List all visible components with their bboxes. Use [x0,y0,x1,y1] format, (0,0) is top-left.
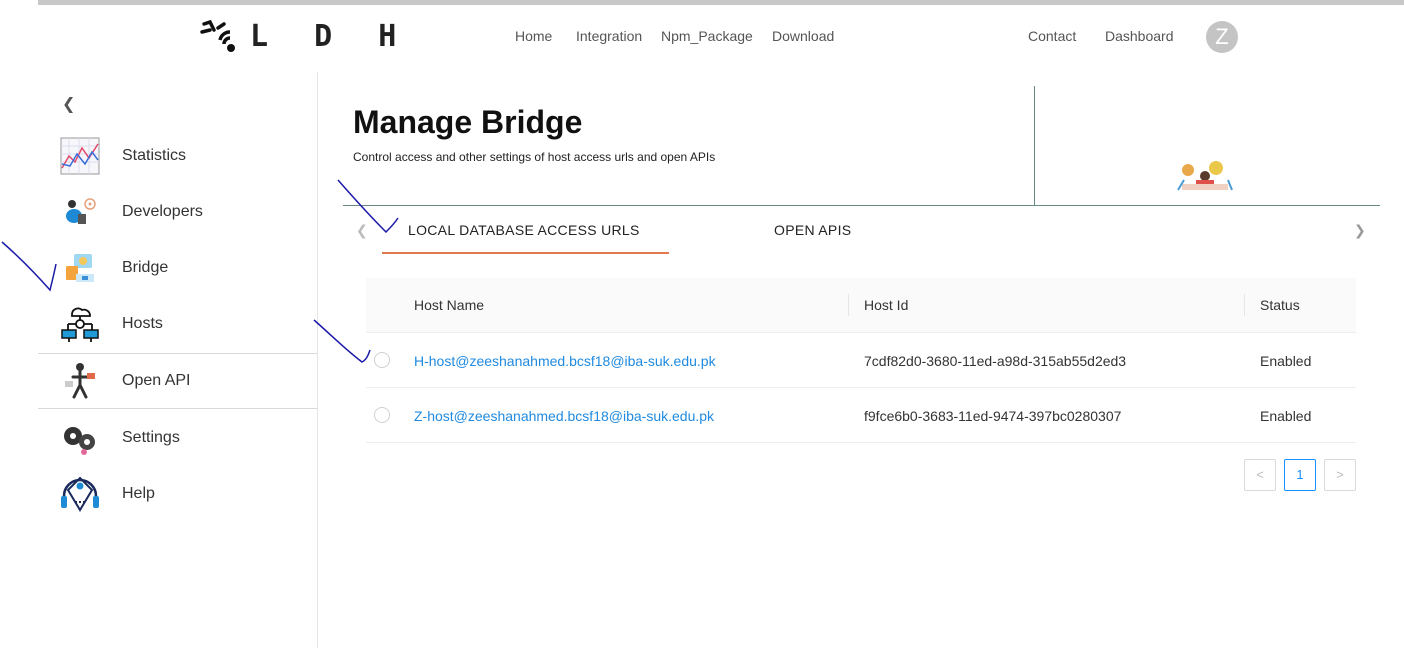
annotation-stroke-tab [337,179,399,234]
developers-icon [56,190,104,234]
row-select-radio[interactable] [374,352,390,368]
table-row[interactable]: H-host@zeeshanahmed.bcsf18@iba-suk.edu.p… [366,333,1356,388]
column-divider [848,294,849,316]
avatar[interactable]: Z [1206,21,1238,53]
sidebar-item-label: Hosts [122,315,163,332]
active-tab-indicator [382,252,669,254]
host-name-link[interactable]: Z-host@zeeshanahmed.bcsf18@iba-suk.edu.p… [414,408,714,424]
sidebar-item-label: Statistics [122,147,187,164]
status-cell: Enabled [1260,353,1312,369]
sidebar-item-label: Help [122,485,155,502]
tab-local-database-access-urls[interactable]: LOCAL DATABASE ACCESS URLS [408,222,640,238]
nav-home[interactable]: Home [515,28,552,44]
sidebar-item-label: Developers [122,203,203,220]
sidebar: ❮ Statistics Developers Bridge Hosts Ope… [38,72,318,648]
header-vertical-divider [1034,86,1035,206]
status-cell: Enabled [1260,408,1312,424]
annotation-stroke-row [313,319,371,363]
tab-open-apis[interactable]: OPEN APIS [774,222,851,238]
logo[interactable]: L D H [200,18,410,54]
help-headset-icon [56,472,104,516]
sidebar-item-bridge[interactable]: Bridge [38,240,317,296]
chevron-left-icon[interactable]: ❮ [62,94,75,114]
page-title: Manage Bridge [353,104,583,140]
page-subtitle: Control access and other settings of hos… [353,150,716,164]
pagination-next-button[interactable]: > [1324,459,1356,491]
sidebar-item-hosts[interactable]: Hosts [38,296,317,352]
sidebar-item-label: Settings [122,429,180,446]
host-id-cell: 7cdf82d0-3680-11ed-a98d-315ab55d2ed3 [864,353,1127,369]
sidebar-item-developers[interactable]: Developers [38,184,317,240]
row-select-radio[interactable] [374,407,390,423]
nav-contact[interactable]: Contact [1028,28,1076,44]
nav-dashboard[interactable]: Dashboard [1105,28,1174,44]
statistics-chart-icon [56,134,104,178]
pagination-page-1[interactable]: 1 [1284,459,1316,491]
nav-npm-package[interactable]: Npm_Package [661,28,753,44]
logo-text: L D H [250,18,411,54]
sidebar-item-settings[interactable]: Settings [38,410,317,466]
host-name-link[interactable]: H-host@zeeshanahmed.bcsf18@iba-suk.edu.p… [414,353,716,369]
host-id-cell: f9fce6b0-3683-11ed-9474-397bc0280307 [864,408,1122,424]
top-border [38,0,1404,5]
tab-scroll-right-icon[interactable]: ❯ [1354,222,1366,239]
table-header: Host Name Host Id Status [366,278,1356,333]
wireless-signal-icon [200,19,235,52]
hosts-network-icon [56,302,104,346]
nav-download[interactable]: Download [772,28,834,44]
column-divider [1244,294,1245,316]
settings-gears-icon [56,416,104,460]
bridge-icon [56,246,104,290]
sidebar-item-statistics[interactable]: Statistics [38,128,317,184]
header-horizontal-divider [343,205,1380,206]
open-api-icon [56,359,104,403]
nav-integration[interactable]: Integration [576,28,642,44]
table-row[interactable]: Z-host@zeeshanahmed.bcsf18@iba-suk.edu.p… [366,388,1356,443]
column-header-status[interactable]: Status [1260,297,1300,313]
sidebar-item-open-api[interactable]: Open API [38,353,317,409]
column-header-host-id[interactable]: Host Id [864,297,908,313]
sidebar-item-help[interactable]: Help [38,466,317,522]
sidebar-item-label: Bridge [122,259,169,276]
sidebar-item-label: Open API [122,372,191,389]
pagination-prev-button[interactable]: < [1244,459,1276,491]
column-header-host-name[interactable]: Host Name [414,297,484,313]
hero-illustration [1176,158,1234,199]
tab-scroll-left-icon[interactable]: ❮ [356,222,368,239]
